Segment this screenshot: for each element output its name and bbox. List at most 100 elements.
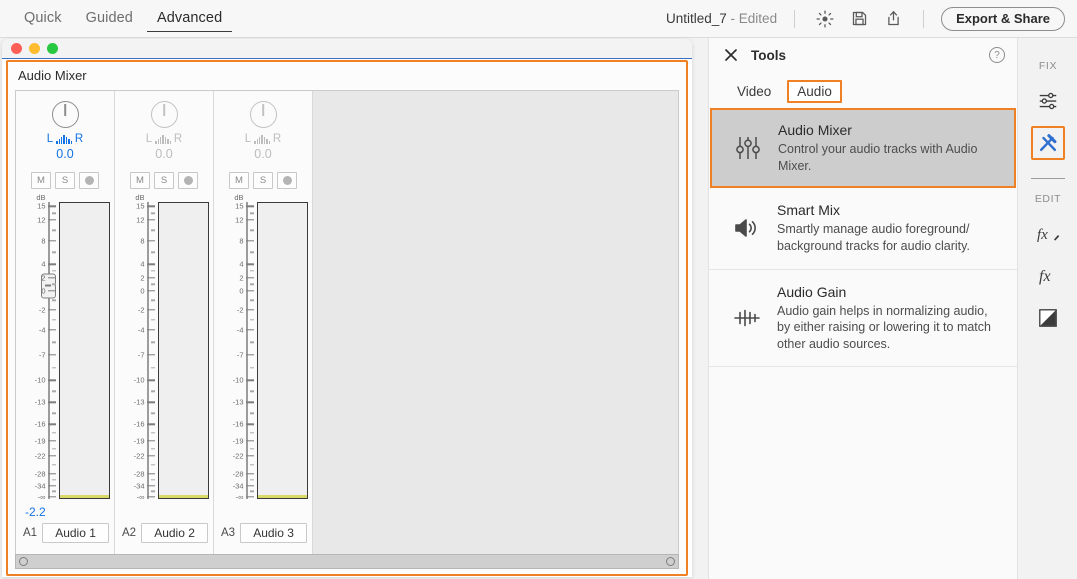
mute-button[interactable]: M bbox=[229, 172, 249, 189]
db-tick-label: 8 bbox=[41, 236, 46, 246]
pan-left-label: L bbox=[244, 133, 252, 145]
mixer-track-a2[interactable]: L R 0.0 M S dB 15 12 8 4 2 0 -2 -4 -7 -1… bbox=[115, 91, 214, 555]
db-tick-mark bbox=[146, 496, 155, 498]
db-tick-mark bbox=[146, 379, 155, 381]
db-tick-label: 0 bbox=[239, 286, 244, 296]
record-button[interactable] bbox=[277, 172, 297, 189]
tab-video[interactable]: Video bbox=[727, 80, 781, 103]
mode-tab-quick[interactable]: Quick bbox=[14, 6, 72, 31]
gain-value[interactable]: -2.2 bbox=[25, 505, 46, 519]
db-tick-mark bbox=[245, 423, 254, 425]
db-minor-tick bbox=[51, 319, 56, 321]
db-tick-label: 12 bbox=[136, 215, 145, 225]
window-title-bar bbox=[2, 39, 692, 59]
fader-meter-group: dB 15 12 8 4 2 0 -2 -4 -7 -10 -13 -16 -19 -22 -28 -34 -∞ bbox=[219, 193, 308, 502]
speaker-icon bbox=[725, 216, 769, 240]
db-tick-mark bbox=[47, 354, 56, 356]
mode-tab-guided[interactable]: Guided bbox=[76, 6, 143, 31]
tab-audio[interactable]: Audio bbox=[787, 79, 842, 103]
pan-knob[interactable] bbox=[249, 101, 277, 128]
audio-mixer-heading: Audio Mixer bbox=[8, 62, 686, 88]
record-button[interactable] bbox=[79, 172, 99, 189]
tool-card-audio-mixer[interactable]: Audio Mixer Control your audio tracks wi… bbox=[710, 108, 1016, 189]
help-icon[interactable]: ? bbox=[989, 47, 1005, 63]
db-tick-mark bbox=[47, 290, 56, 292]
db-unit-label: dB bbox=[234, 193, 244, 202]
db-minor-tick bbox=[51, 341, 56, 344]
db-tick-mark bbox=[146, 219, 155, 221]
db-tick-mark bbox=[47, 205, 56, 208]
tool-card-description: Smartly manage audio foreground/ backgro… bbox=[777, 222, 970, 253]
tool-card-audio-gain[interactable]: Audio Gain Audio gain helps in normalizi… bbox=[709, 269, 1017, 368]
db-minor-tick bbox=[51, 212, 56, 214]
tools-panel-title: Tools bbox=[751, 47, 786, 63]
pan-value[interactable]: 0.0 bbox=[254, 147, 271, 161]
db-minor-tick bbox=[249, 251, 254, 254]
db-tick-mark bbox=[245, 277, 254, 279]
mixer-track-a3[interactable]: L R 0.0 M S dB 15 12 8 4 2 0 -2 -4 -7 -1… bbox=[214, 91, 313, 555]
tool-card-smart-mix[interactable]: Smart Mix Smartly manage audio foregroun… bbox=[709, 188, 1017, 270]
db-tick-mark bbox=[146, 354, 155, 356]
pan-value[interactable]: 0.0 bbox=[155, 147, 172, 161]
close-icon[interactable] bbox=[723, 47, 739, 63]
db-tick-label: 2 bbox=[41, 273, 46, 283]
track-name-field[interactable]: Audio 3 bbox=[240, 523, 307, 543]
db-tick-label: -13 bbox=[133, 397, 145, 407]
track-name-field[interactable]: Audio 1 bbox=[42, 523, 109, 543]
db-tick-label: -∞ bbox=[235, 492, 244, 502]
db-minor-tick bbox=[51, 490, 56, 492]
db-tick-mark bbox=[146, 329, 155, 331]
db-minor-tick bbox=[150, 390, 155, 393]
fx-transition-icon[interactable]: fx bbox=[1031, 217, 1065, 251]
solo-button[interactable]: S bbox=[154, 172, 174, 189]
db-tick-mark bbox=[146, 205, 155, 208]
scroll-right-handle[interactable] bbox=[666, 557, 675, 566]
db-minor-tick bbox=[249, 229, 254, 231]
track-name-row: A2 Audio 2 bbox=[115, 523, 213, 543]
scroll-left-handle[interactable] bbox=[19, 557, 28, 566]
tool-card-title: Audio Gain bbox=[777, 283, 847, 300]
mixer-horizontal-scrollbar[interactable] bbox=[15, 554, 679, 569]
mode-tab-advanced[interactable]: Advanced bbox=[146, 6, 233, 32]
share-icon[interactable] bbox=[876, 5, 910, 33]
mute-button[interactable]: M bbox=[31, 172, 51, 189]
db-tick-label: -7 bbox=[236, 350, 244, 360]
svg-text:fx: fx bbox=[1037, 227, 1048, 243]
db-tick-mark bbox=[146, 309, 155, 311]
db-minor-tick bbox=[150, 366, 155, 369]
level-meter bbox=[58, 202, 110, 499]
pan-meter-bars bbox=[254, 134, 270, 144]
window-minimize-button[interactable] bbox=[29, 43, 40, 54]
db-tick-label: 12 bbox=[37, 215, 46, 225]
color-split-icon[interactable] bbox=[1031, 301, 1065, 335]
track-name-field[interactable]: Audio 2 bbox=[141, 523, 208, 543]
mute-button[interactable]: M bbox=[130, 172, 150, 189]
adjust-sliders-icon[interactable] bbox=[1031, 84, 1065, 118]
db-tick-mark bbox=[245, 401, 254, 404]
db-minor-tick bbox=[249, 366, 254, 369]
pan-knob[interactable] bbox=[150, 101, 178, 128]
solo-button[interactable]: S bbox=[253, 172, 273, 189]
pan-value[interactable]: 0.0 bbox=[56, 147, 73, 161]
brightness-icon[interactable] bbox=[808, 5, 842, 33]
window-close-button[interactable] bbox=[11, 43, 22, 54]
db-tick-label: -34 bbox=[34, 481, 46, 491]
db-tick-label: 8 bbox=[239, 236, 244, 246]
mixer-track-a1[interactable]: L R 0.0 M S dB 15 12 8 4 2 0 -2 -4 -7 -1… bbox=[16, 91, 115, 555]
tools-hammer-icon[interactable] bbox=[1031, 126, 1065, 160]
fx-effects-icon[interactable]: fx bbox=[1031, 259, 1065, 293]
window-maximize-button[interactable] bbox=[47, 43, 58, 54]
save-icon[interactable] bbox=[842, 5, 876, 33]
export-share-button[interactable]: Export & Share bbox=[941, 6, 1065, 31]
tools-panel: Tools ? Video Audio Audio Mixer Control … bbox=[708, 38, 1018, 579]
solo-button[interactable]: S bbox=[55, 172, 75, 189]
record-button[interactable] bbox=[178, 172, 198, 189]
pan-knob[interactable] bbox=[51, 101, 79, 128]
db-tick-label: -19 bbox=[232, 436, 244, 446]
db-scale: dB 15 12 8 4 2 0 -2 -4 -7 -10 -13 -16 -19 -22 -28 -34 -∞ bbox=[122, 193, 158, 501]
db-tick-mark bbox=[146, 455, 155, 457]
db-tick-mark bbox=[245, 309, 254, 311]
db-minor-tick bbox=[150, 464, 155, 466]
track-id: A3 bbox=[221, 527, 236, 539]
tool-card-text: Audio Gain Audio gain helps in normalizi… bbox=[769, 284, 1003, 353]
